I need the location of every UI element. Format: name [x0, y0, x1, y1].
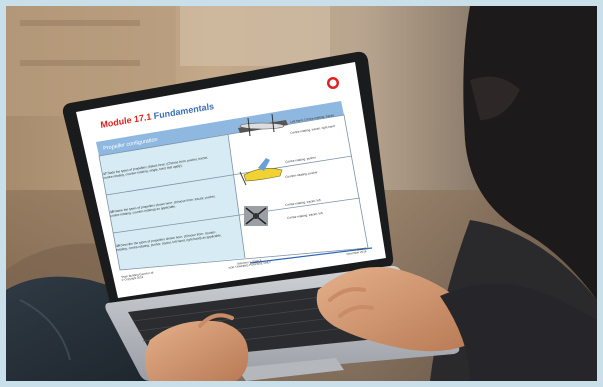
slide-logo — [327, 77, 339, 89]
photo-scene — [0, 0, 603, 387]
aircraft-image-3 — [244, 206, 268, 226]
